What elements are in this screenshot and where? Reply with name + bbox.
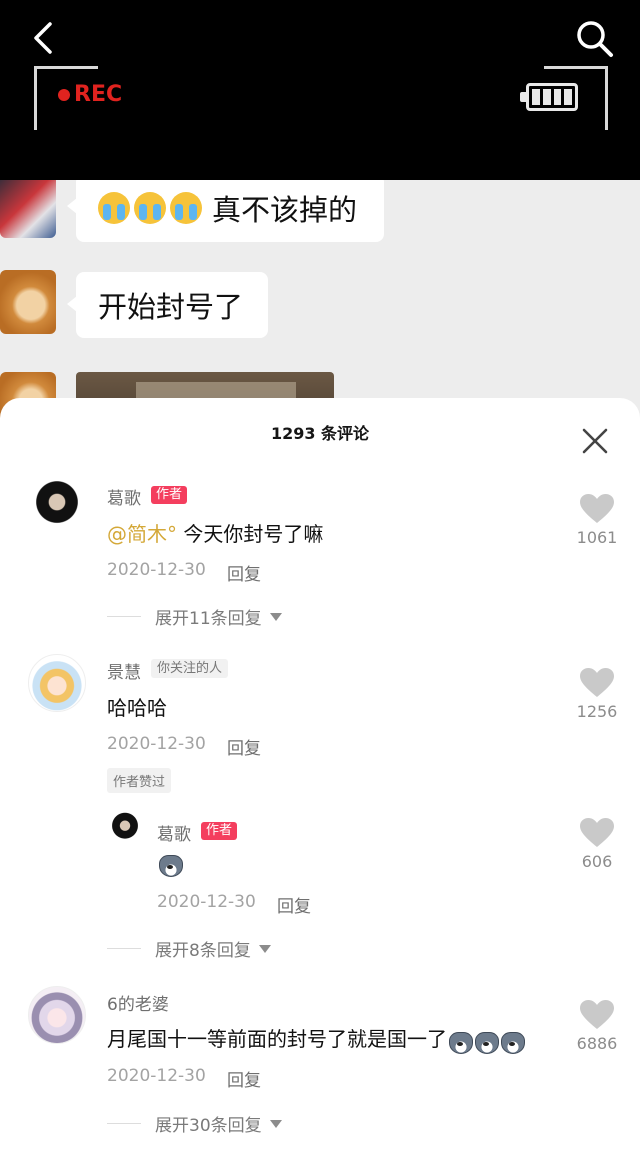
avatar[interactable] <box>107 812 143 848</box>
chat-bubble: 真不该掉的 <box>67 180 384 242</box>
comment-text: @简木° 今天你封号了嘛 <box>107 518 323 547</box>
reply-button[interactable]: 回复 <box>227 734 261 759</box>
reply-body <box>157 851 183 877</box>
chat-bubble: 开始封号了 <box>67 272 268 338</box>
expand-replies-button[interactable]: 展开30条回复 <box>107 1111 282 1136</box>
search-icon[interactable] <box>574 18 616 60</box>
record-dot-icon <box>58 89 70 101</box>
comment-date: 2020-12-30 <box>107 734 206 754</box>
comment-body: 月尾国十一等前面的封号了就是国一了 <box>107 1027 447 1051</box>
author-badge: 作者 <box>151 486 188 504</box>
crying-face-icon <box>98 192 130 224</box>
reply-button[interactable]: 回复 <box>227 1066 261 1091</box>
chevron-down-icon <box>269 1119 282 1128</box>
expand-replies-label: 展开30条回复 <box>155 1116 262 1136</box>
rec-label: REC <box>74 82 123 107</box>
like-count: 1061 <box>576 528 618 547</box>
chat-message-text: 开始封号了 <box>98 290 244 324</box>
comment-body: 哈哈哈 <box>107 696 167 720</box>
comment-date: 2020-12-30 <box>107 1066 206 1086</box>
comment-author-name[interactable]: 葛歌 <box>107 484 141 509</box>
avatar[interactable] <box>28 986 86 1044</box>
avatar[interactable] <box>28 654 86 712</box>
heart-icon <box>580 494 614 523</box>
chat-avatar-dog <box>0 270 56 334</box>
husky-icon <box>447 1028 473 1054</box>
rec-indicator: REC <box>58 82 122 107</box>
chat-message-text: 真不该掉的 <box>212 193 358 227</box>
reply-author-name[interactable]: 葛歌 <box>157 820 191 845</box>
heart-icon <box>580 1000 614 1029</box>
comments-sheet: 1293 条评论 葛歌 作者 @简木° 今天你封号了嘛 2020-12-30 回… <box>0 398 640 1154</box>
husky-icon <box>499 1028 525 1054</box>
close-icon[interactable] <box>582 428 608 454</box>
comment-body: 今天你封号了嘛 <box>183 522 324 546</box>
like-count: 6886 <box>576 1034 618 1053</box>
like-button[interactable]: 1256 <box>567 668 627 721</box>
like-count: 1256 <box>576 702 618 721</box>
like-button[interactable]: 6886 <box>567 1000 627 1053</box>
comment-text: 月尾国十一等前面的封号了就是国一了 <box>107 1023 525 1054</box>
comment-author-name[interactable]: 景慧 <box>107 658 141 683</box>
crying-face-icon <box>134 192 166 224</box>
crying-face-icon <box>170 192 202 224</box>
author-badge: 作者 <box>201 822 238 840</box>
reply-button[interactable]: 回复 <box>227 560 261 585</box>
heart-icon <box>580 668 614 697</box>
chat-avatar <box>0 180 56 238</box>
comment-count-title: 1293 条评论 <box>270 424 370 443</box>
husky-icon <box>473 1028 499 1054</box>
comment-author-name[interactable]: 6的老婆 <box>107 990 169 1015</box>
heart-icon <box>580 818 614 847</box>
expand-replies-label: 展开11条回复 <box>155 609 262 629</box>
video-header: REC <box>0 0 640 180</box>
battery-icon <box>520 83 578 111</box>
comment-date: 2020-12-30 <box>107 560 206 580</box>
like-button[interactable]: 1061 <box>567 494 627 547</box>
like-count: 606 <box>581 852 613 871</box>
author-liked-badge: 作者赞过 <box>107 768 172 793</box>
chevron-down-icon <box>258 944 271 953</box>
chevron-down-icon <box>269 612 282 621</box>
reply-button[interactable]: 回复 <box>277 892 311 917</box>
expand-replies-button[interactable]: 展开11条回复 <box>107 604 282 629</box>
expand-replies-label: 展开8条回复 <box>155 941 251 961</box>
like-button[interactable]: 606 <box>567 818 627 871</box>
avatar[interactable] <box>28 480 86 538</box>
mention-link[interactable]: @简木° <box>107 522 177 546</box>
following-badge: 你关注的人 <box>151 659 229 678</box>
husky-icon <box>157 851 183 877</box>
reply-date: 2020-12-30 <box>157 892 256 912</box>
expand-replies-button[interactable]: 展开8条回复 <box>107 936 271 961</box>
back-icon[interactable] <box>24 18 64 58</box>
